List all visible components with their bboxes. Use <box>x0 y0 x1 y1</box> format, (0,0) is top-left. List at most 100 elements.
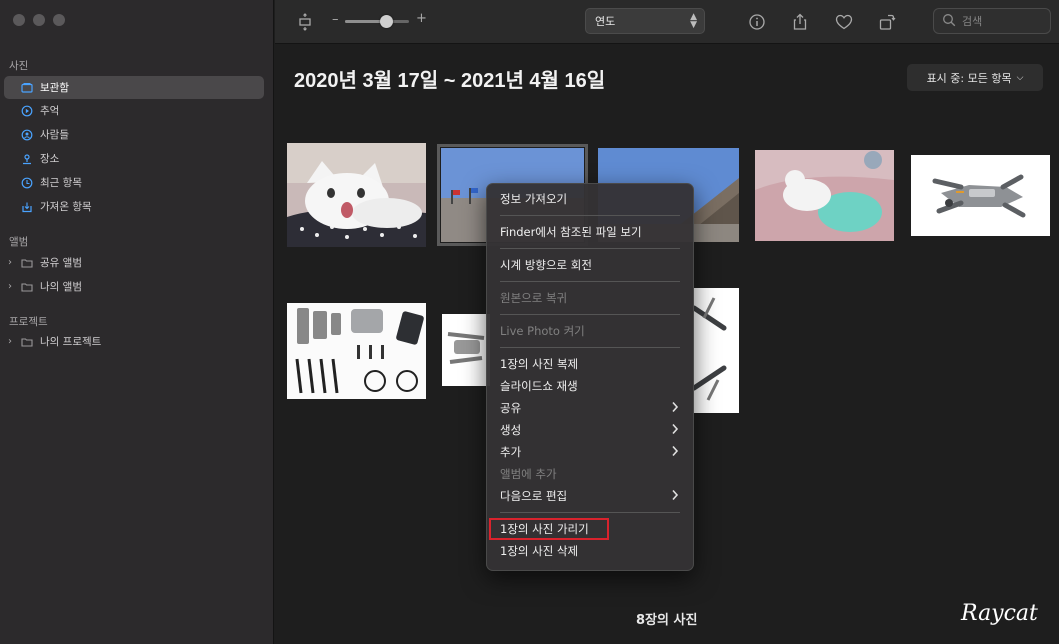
minimize-window-button[interactable] <box>33 14 45 26</box>
share-icon[interactable] <box>789 11 811 33</box>
sidebar-item-imports[interactable]: 가져온 항목 <box>4 195 264 218</box>
menu-item-19[interactable]: 1장의 사진 삭제 <box>487 540 693 562</box>
context-menu: 정보 가져오기 Finder에서 참조된 파일 보기시계 방향으로 회전원본으로 … <box>486 183 694 571</box>
photo-thumbnail-drone-top[interactable] <box>694 288 739 413</box>
menu-item-15: 앨범에 추가 <box>487 463 693 485</box>
sidebar-item-label: 나의 프로젝트 <box>40 336 102 348</box>
section-header-projects: 프로젝트 <box>9 316 48 328</box>
menu-item-label: 생성 <box>500 423 522 437</box>
sidebar-item-label: 장소 <box>40 153 60 165</box>
sidebar-item-shared-albums[interactable]: › 공유 앨범 <box>4 251 264 274</box>
memories-icon <box>20 104 34 118</box>
chevron-right-icon <box>672 423 679 435</box>
chevron-right-icon <box>672 445 679 457</box>
menu-item-11[interactable]: 슬라이드쇼 재생 <box>487 375 693 397</box>
menu-item-label: 앨범에 추가 <box>500 467 557 481</box>
menu-item-10[interactable]: 1장의 사진 복제 <box>487 353 693 375</box>
menu-item-14[interactable]: 추가 <box>487 441 693 463</box>
sidebar-item-label: 가져온 항목 <box>40 201 92 213</box>
folder-icon <box>20 256 34 270</box>
view-select[interactable]: 연도 ▲ ▼ <box>585 8 705 34</box>
heart-icon[interactable] <box>833 11 855 33</box>
photo-thumbnail-cat[interactable] <box>287 143 426 247</box>
menu-item-12[interactable]: 공유 <box>487 397 693 419</box>
menu-item-label: 공유 <box>500 401 522 415</box>
menu-item-label: 1장의 사진 삭제 <box>500 544 579 558</box>
sidebar-item-people[interactable]: 사람들 <box>4 123 264 146</box>
sidebar-item-places[interactable]: 장소 <box>4 147 264 170</box>
rotate-icon[interactable] <box>876 11 898 33</box>
sidebar-item-library[interactable]: 보관함 <box>4 76 264 99</box>
zoom-slider[interactable] <box>345 15 409 28</box>
fit-height-icon[interactable] <box>294 11 316 33</box>
search-icon <box>942 13 956 30</box>
menu-item-16[interactable]: 다음으로 편집 <box>487 485 693 507</box>
menu-separator <box>500 281 680 282</box>
sidebar-item-label: 공유 앨범 <box>40 257 82 269</box>
sidebar-item-my-projects[interactable]: › 나의 프로젝트 <box>4 330 264 353</box>
sidebar-item-label: 나의 앨범 <box>40 281 82 293</box>
menu-item-label: 슬라이드쇼 재생 <box>500 379 578 393</box>
photo-thumbnail-drone-folded[interactable] <box>442 314 490 386</box>
folder-icon <box>20 335 34 349</box>
close-window-button[interactable] <box>13 14 25 26</box>
chevron-right-icon[interactable]: › <box>8 257 16 268</box>
menu-item-4[interactable]: 시계 방향으로 회전 <box>487 254 693 276</box>
toolbar: – + 연도 ▲ ▼ <box>275 0 1059 44</box>
menu-item-label: 정보 가져오기 <box>500 192 568 206</box>
filter-button[interactable]: 표시 중: 모든 항목 ⌵ <box>907 64 1043 91</box>
page-title: 2020년 3월 17일 ~ 2021년 4월 16일 <box>294 70 606 92</box>
photo-thumbnail-drone[interactable] <box>911 155 1050 236</box>
menu-item-label: Finder에서 참조된 파일 보기 <box>500 225 642 239</box>
sidebar-item-my-albums[interactable]: › 나의 앨범 <box>4 275 264 298</box>
menu-separator <box>500 215 680 216</box>
zoom-slider-knob[interactable] <box>380 15 394 28</box>
menu-item-0[interactable]: 정보 가져오기 <box>487 188 693 210</box>
folder-icon <box>20 280 34 294</box>
recent-icon <box>20 176 34 190</box>
sidebar-item-recent[interactable]: 최근 항목 <box>4 171 264 194</box>
photo-thumbnail-cat-sleeping[interactable] <box>755 150 894 241</box>
people-icon <box>20 128 34 142</box>
chevron-right-icon[interactable]: › <box>8 281 16 292</box>
menu-item-label: 다음으로 편집 <box>500 489 568 503</box>
sidebar-item-label: 사람들 <box>40 129 69 141</box>
photo-thumbnail-drone-kit[interactable] <box>287 303 426 399</box>
sidebar-item-label: 보관함 <box>40 82 69 94</box>
window-controls <box>13 14 65 26</box>
menu-item-label: Live Photo 켜기 <box>500 324 585 338</box>
menu-item-18[interactable]: 1장의 사진 가리기 <box>489 518 609 540</box>
section-header-photos: 사진 <box>9 60 29 72</box>
menu-separator <box>500 314 680 315</box>
menu-item-13[interactable]: 생성 <box>487 419 693 441</box>
zoom-in-button[interactable]: + <box>416 11 427 26</box>
menu-item-label: 원본으로 복귀 <box>500 291 568 305</box>
menu-item-label: 시계 방향으로 회전 <box>500 258 592 272</box>
sidebar-item-label: 최근 항목 <box>40 177 82 189</box>
zoom-window-button[interactable] <box>53 14 65 26</box>
info-icon[interactable] <box>746 11 768 33</box>
photo-count-label: 8장의 사진 <box>636 613 698 628</box>
sidebar-item-label: 추억 <box>40 105 60 117</box>
watermark-text: Raycat <box>960 601 1038 626</box>
menu-separator <box>500 512 680 513</box>
chevron-right-icon <box>672 489 679 501</box>
updown-chevron-icon: ▲ ▼ <box>690 12 697 30</box>
filter-label: 표시 중: 모든 항목 <box>926 71 1012 85</box>
menu-item-6: 원본으로 복귀 <box>487 287 693 309</box>
menu-separator <box>500 347 680 348</box>
chevron-down-icon: ⌵ <box>1016 72 1024 83</box>
search-input[interactable] <box>962 14 1042 28</box>
sidebar: 사진 보관함 추억 사람들 장소 최근 항목 가져온 항목 앨범 › 공유 앨범… <box>0 0 274 644</box>
menu-item-2[interactable]: Finder에서 참조된 파일 보기 <box>487 221 693 243</box>
menu-item-label: 1장의 사진 가리기 <box>500 522 589 536</box>
imports-icon <box>20 200 34 214</box>
zoom-out-button[interactable]: – <box>332 12 339 27</box>
menu-separator <box>500 248 680 249</box>
menu-item-8: Live Photo 켜기 <box>487 320 693 342</box>
chevron-right-icon[interactable]: › <box>8 336 16 347</box>
search-field[interactable] <box>933 8 1051 34</box>
view-select-value: 연도 <box>595 15 616 28</box>
sidebar-item-memories[interactable]: 추억 <box>4 99 264 122</box>
chevron-right-icon <box>672 401 679 413</box>
